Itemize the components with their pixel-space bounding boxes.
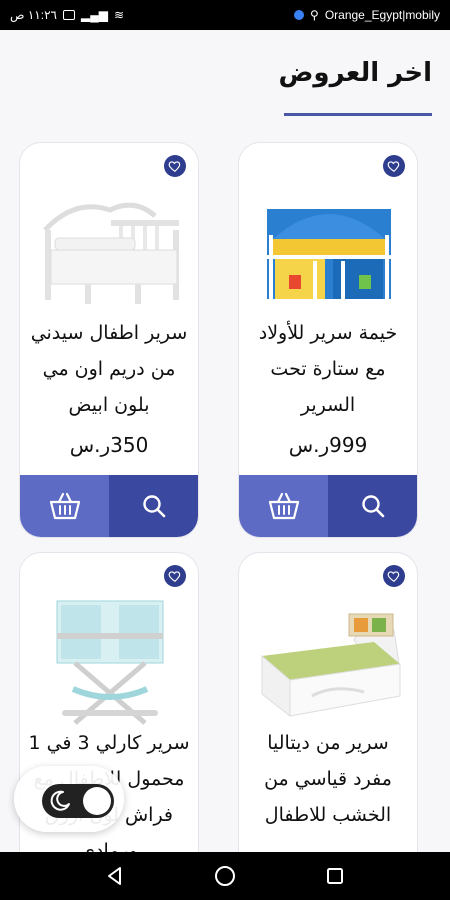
- card-actions: [20, 475, 198, 537]
- usb-icon: ⚲: [310, 8, 319, 22]
- product-card[interactable]: خيمة سرير للأولاد مع ستارة تحت السرير 99…: [238, 142, 418, 538]
- recents-icon: [327, 868, 343, 884]
- add-to-cart-button[interactable]: [239, 475, 328, 537]
- product-image[interactable]: [249, 595, 409, 725]
- basket-icon: [49, 492, 80, 520]
- product-image[interactable]: [30, 185, 190, 315]
- battery-icon: [62, 10, 75, 20]
- heart-icon[interactable]: [383, 565, 405, 587]
- card-actions: [239, 475, 417, 537]
- toggle-knob[interactable]: [83, 787, 111, 815]
- status-time: ١١:٢٦ ص: [10, 8, 57, 22]
- heart-icon[interactable]: [164, 155, 186, 177]
- heart-icon[interactable]: [383, 155, 405, 177]
- back-icon: [108, 867, 121, 885]
- home-icon: [215, 866, 235, 886]
- page-title: اخر العروض: [278, 58, 432, 88]
- app-notification-icon: [294, 10, 305, 20]
- moon-icon: [50, 790, 70, 811]
- toggle-track[interactable]: [42, 784, 114, 818]
- product-name[interactable]: سرير من ديتاليا مفرد قياسي من الخشب للاط…: [247, 725, 409, 833]
- basket-icon: [268, 492, 299, 520]
- signal-icon: ▂▄▆: [80, 8, 108, 22]
- product-name[interactable]: خيمة سرير للأولاد مع ستارة تحت السرير: [247, 315, 409, 423]
- product-card[interactable]: سرير من ديتاليا مفرد قياسي من الخشب للاط…: [238, 552, 418, 872]
- status-right: ⚲ Orange_Egypt|mobily: [294, 8, 440, 22]
- quick-view-button[interactable]: [109, 475, 198, 537]
- search-icon: [142, 495, 165, 518]
- add-to-cart-button[interactable]: [20, 475, 109, 537]
- product-image[interactable]: [30, 595, 190, 725]
- system-nav-bar: [0, 852, 450, 900]
- status-carrier: Orange_Egypt|mobily: [324, 8, 440, 22]
- search-icon: [361, 495, 384, 518]
- title-underline: [284, 113, 432, 116]
- status-left: ١١:٢٦ ص ▂▄▆ ≋: [10, 8, 124, 22]
- product-price: 999ر.س: [288, 433, 368, 457]
- heart-icon[interactable]: [164, 565, 186, 587]
- product-card[interactable]: سرير اطفال سيدني من دريم اون مي بلون ابي…: [19, 142, 199, 538]
- product-image[interactable]: [249, 185, 409, 315]
- status-bar: ١١:٢٦ ص ▂▄▆ ≋ ⚲ Orange_Egypt|mobily: [0, 0, 450, 30]
- recents-button[interactable]: [320, 861, 350, 891]
- page-header: اخر العروض: [0, 30, 450, 140]
- back-button[interactable]: [100, 861, 130, 891]
- product-name[interactable]: سرير اطفال سيدني من دريم اون مي بلون ابي…: [28, 315, 190, 423]
- wifi-icon: ≋: [113, 8, 124, 22]
- product-price: 350ر.س: [69, 433, 149, 457]
- home-button[interactable]: [210, 861, 240, 891]
- theme-toggle[interactable]: [14, 766, 124, 832]
- quick-view-button[interactable]: [328, 475, 417, 537]
